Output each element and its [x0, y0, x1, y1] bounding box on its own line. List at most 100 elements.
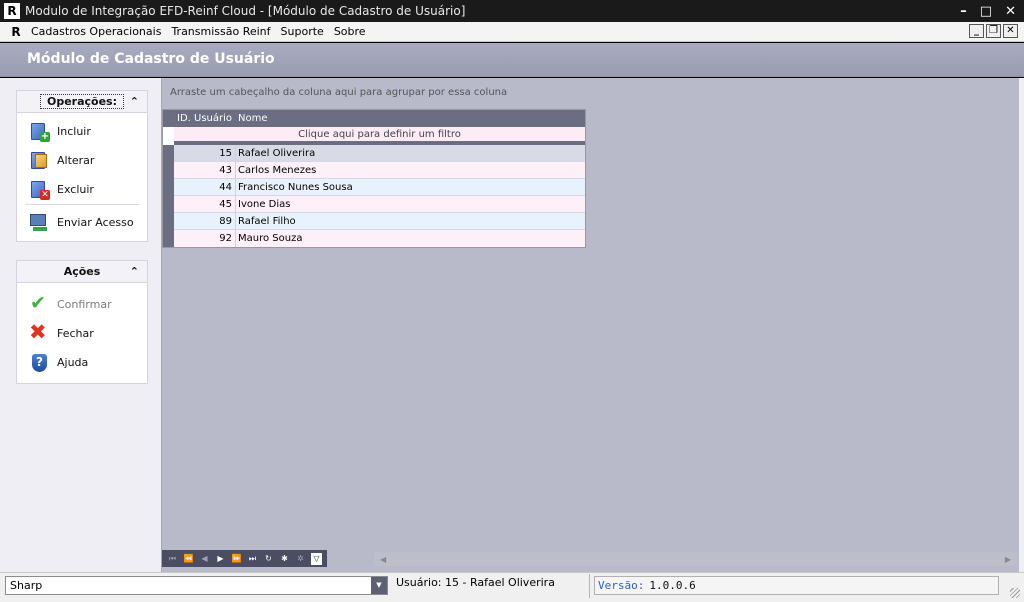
- next-record-icon[interactable]: ▶: [215, 554, 226, 563]
- add-document-icon: +: [29, 122, 50, 142]
- scroll-right-icon[interactable]: ▶: [1005, 555, 1011, 564]
- cell-id: 92: [219, 233, 232, 244]
- cell-id: 43: [219, 164, 232, 176]
- operations-header[interactable]: Operações: ⌃: [17, 91, 147, 113]
- title-bar: R Modulo de Integração EFD-Reinf Cloud -…: [0, 0, 1024, 22]
- table-row[interactable]: 15 Rafael Oliverira: [163, 144, 585, 162]
- cell-name: Mauro Souza: [235, 230, 585, 247]
- row-indicator: [163, 212, 174, 230]
- operations-header-label: Operações:: [39, 94, 125, 109]
- table-row[interactable]: 44 Francisco Nunes Sousa: [163, 178, 585, 196]
- excluir-button[interactable]: ✕ Excluir: [17, 175, 147, 204]
- page-header: Módulo de Cadastro de Usuário: [0, 43, 1024, 77]
- column-header-name[interactable]: Nome: [235, 113, 585, 124]
- column-header-id[interactable]: ID. Usuário: [163, 113, 235, 124]
- cell-id: 45: [219, 198, 232, 210]
- collapse-up-icon[interactable]: ⌃: [130, 95, 139, 108]
- operations-group: Operações: ⌃ + Incluir Alterar ✕ Excluir…: [16, 90, 148, 242]
- fechar-button[interactable]: ✖ Fechar: [17, 319, 147, 348]
- confirmar-button[interactable]: ✔ Confirmar: [17, 290, 147, 319]
- mdi-restore-icon[interactable]: ❐: [986, 24, 1001, 38]
- version-value: 1.0.0.6: [649, 579, 696, 592]
- next-page-icon[interactable]: ⏩: [231, 554, 242, 563]
- edit-document-icon: [29, 151, 49, 171]
- incluir-button[interactable]: + Incluir: [17, 117, 147, 146]
- table-row[interactable]: 92 Mauro Souza: [163, 230, 585, 247]
- collapse-up-icon[interactable]: ⌃: [130, 265, 139, 278]
- app-logo-icon: R: [4, 3, 20, 19]
- divider: [589, 574, 590, 598]
- horizontal-scrollbar[interactable]: ◀ ▶: [374, 552, 1017, 566]
- cell-id: 89: [219, 215, 232, 227]
- alterar-button[interactable]: Alterar: [17, 146, 147, 175]
- close-icon[interactable]: ✕: [1005, 4, 1016, 19]
- enviar-acesso-label: Enviar Acesso: [57, 215, 134, 229]
- filter-icon[interactable]: ▽: [311, 552, 322, 565]
- actions-group: Ações ⌃ ✔ Confirmar ✖ Fechar ? Ajuda: [16, 260, 148, 384]
- grid-rows: 15 Rafael Oliverira 43 Carlos Menezes 44…: [163, 144, 585, 247]
- version-label: Versão:: [598, 579, 645, 592]
- menu-sobre[interactable]: Sobre: [329, 25, 371, 38]
- insert-record-icon[interactable]: ✱: [279, 554, 290, 563]
- prev-page-icon[interactable]: ⏪: [183, 554, 194, 563]
- menu-transmissao-reinf[interactable]: Transmissão Reinf: [166, 25, 275, 38]
- grid-header: ID. Usuário Nome: [163, 110, 585, 127]
- dropdown-arrow-icon[interactable]: ▼: [371, 577, 387, 594]
- checkmark-icon: ✔: [30, 291, 46, 314]
- last-page-icon[interactable]: ⏭: [247, 554, 258, 564]
- refresh-icon[interactable]: ↻: [263, 554, 274, 563]
- cell-name: Carlos Menezes: [235, 161, 585, 179]
- user-grid: ID. Usuário Nome Clique aqui para defini…: [162, 109, 586, 248]
- resize-grip-icon[interactable]: [1010, 588, 1020, 598]
- enviar-acesso-button[interactable]: Enviar Acesso: [17, 205, 147, 239]
- row-indicator: [163, 230, 174, 247]
- mdi-close-icon[interactable]: ✕: [1003, 24, 1018, 38]
- append-record-icon[interactable]: ✲: [295, 554, 306, 563]
- table-row[interactable]: 89 Rafael Filho: [163, 212, 585, 230]
- first-page-icon[interactable]: ⏮: [167, 554, 178, 564]
- prev-record-icon[interactable]: ◀: [199, 554, 210, 563]
- incluir-label: Incluir: [57, 125, 91, 138]
- database-select[interactable]: Sharp ▼: [5, 576, 388, 595]
- database-value: Sharp: [10, 579, 43, 592]
- cell-name: Rafael Oliverira: [235, 144, 585, 162]
- cell-id: 44: [219, 181, 232, 193]
- maximize-icon[interactable]: □: [980, 4, 992, 19]
- menu-suporte[interactable]: Suporte: [276, 25, 329, 38]
- page-title: Módulo de Cadastro de Usuário: [27, 51, 275, 67]
- delete-document-icon: ✕: [29, 180, 50, 200]
- row-indicator: [163, 178, 174, 196]
- table-row[interactable]: 45 Ivone Dias: [163, 195, 585, 213]
- user-status: Usuário: 15 - Rafael Oliverira: [396, 576, 555, 589]
- menu-cadastros-operacionais[interactable]: Cadastros Operacionais: [26, 25, 166, 38]
- window-title: Modulo de Integração EFD-Reinf Cloud - […: [25, 4, 466, 18]
- confirmar-label: Confirmar: [57, 298, 112, 311]
- grid-panel: Arraste um cabeçalho da coluna aqui para…: [161, 78, 1019, 572]
- status-bar: Sharp ▼ Usuário: 15 - Rafael Oliverira V…: [0, 572, 1024, 602]
- excluir-label: Excluir: [57, 183, 94, 196]
- ajuda-label: Ajuda: [57, 356, 89, 369]
- minimize-icon[interactable]: –: [960, 4, 967, 19]
- row-indicator: [163, 144, 174, 162]
- scroll-left-icon[interactable]: ◀: [380, 555, 386, 564]
- actions-header-label: Ações: [63, 265, 101, 278]
- window-controls: – □ ✕: [960, 0, 1016, 22]
- cell-name: Francisco Nunes Sousa: [235, 178, 585, 196]
- filter-row[interactable]: Clique aqui para definir um filtro: [174, 127, 585, 145]
- row-indicator: [163, 195, 174, 213]
- row-indicator: [163, 161, 174, 179]
- close-x-icon: ✖: [29, 319, 47, 344]
- mdi-controls: _ ❐ ✕: [969, 24, 1018, 38]
- client-area: Operações: ⌃ + Incluir Alterar ✕ Excluir…: [0, 78, 1024, 572]
- table-row[interactable]: 43 Carlos Menezes: [163, 161, 585, 179]
- mdi-minimize-icon[interactable]: _: [969, 24, 984, 38]
- menu-bar: R Cadastros Operacionais Transmissão Rei…: [0, 22, 1024, 42]
- alterar-label: Alterar: [57, 154, 95, 167]
- fechar-label: Fechar: [57, 327, 94, 340]
- group-by-hint[interactable]: Arraste um cabeçalho da coluna aqui para…: [170, 87, 507, 98]
- cell-name: Ivone Dias: [235, 195, 585, 213]
- side-panel: Operações: ⌃ + Incluir Alterar ✕ Excluir…: [8, 84, 160, 572]
- ajuda-button[interactable]: ? Ajuda: [17, 348, 147, 377]
- send-access-icon: [29, 212, 49, 232]
- actions-header[interactable]: Ações ⌃: [17, 261, 147, 283]
